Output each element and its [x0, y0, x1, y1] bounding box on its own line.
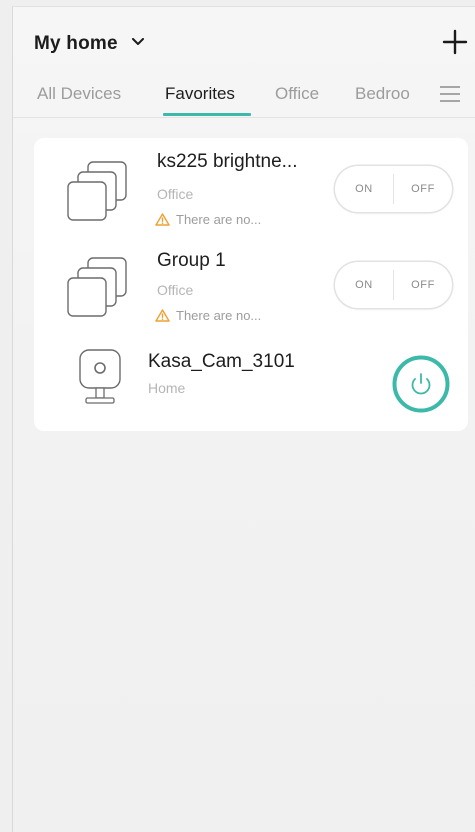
device-row-group-1[interactable]: Group 1 Office There are no... ON OFF [34, 244, 468, 334]
off-button[interactable]: OFF [394, 166, 452, 212]
on-button[interactable]: ON [335, 262, 393, 308]
device-warning-text: There are no... [176, 212, 262, 227]
device-warning: There are no... [155, 212, 261, 229]
device-power-toggle[interactable]: ON OFF [335, 262, 452, 308]
device-power-toggle[interactable]: ON OFF [335, 166, 452, 212]
device-name: Group 1 [157, 250, 226, 271]
hamburger-menu-icon[interactable] [440, 86, 460, 104]
device-row-ks225[interactable]: ks225 brightne... Office There are no...… [34, 146, 468, 236]
app-screen: My home All Devices Favorites Office Bed… [12, 6, 475, 832]
device-warning-text: There are no... [176, 308, 262, 323]
chevron-down-icon[interactable] [132, 33, 145, 51]
device-row-kasa-cam[interactable]: Kasa_Cam_3101 Home [34, 341, 468, 431]
power-button-icon[interactable] [392, 355, 450, 413]
device-warning: There are no... [155, 308, 261, 325]
on-button[interactable]: ON [335, 166, 393, 212]
switch-stack-icon [64, 158, 130, 224]
device-location: Home [148, 380, 186, 396]
favorites-device-list: ks225 brightne... Office There are no...… [34, 138, 468, 431]
active-tab-indicator [163, 113, 251, 116]
home-selector-label[interactable]: My home [34, 33, 118, 54]
warning-icon [155, 309, 170, 325]
tab-all-devices[interactable]: All Devices [37, 83, 121, 117]
device-location: Office [157, 186, 194, 202]
device-location: Office [157, 282, 194, 298]
device-name: ks225 brightne... [157, 151, 298, 172]
room-tabs: All Devices Favorites Office Bedroo [13, 83, 475, 118]
off-button[interactable]: OFF [394, 262, 452, 308]
warning-icon [155, 213, 170, 229]
tab-bedroom[interactable]: Bedroo [355, 83, 410, 117]
add-device-icon[interactable] [442, 29, 468, 55]
tab-office[interactable]: Office [275, 83, 319, 117]
tab-favorites[interactable]: Favorites [165, 83, 235, 117]
device-name: Kasa_Cam_3101 [148, 351, 295, 372]
header: My home [34, 29, 475, 65]
camera-icon [74, 346, 130, 416]
switch-stack-icon [64, 254, 130, 320]
